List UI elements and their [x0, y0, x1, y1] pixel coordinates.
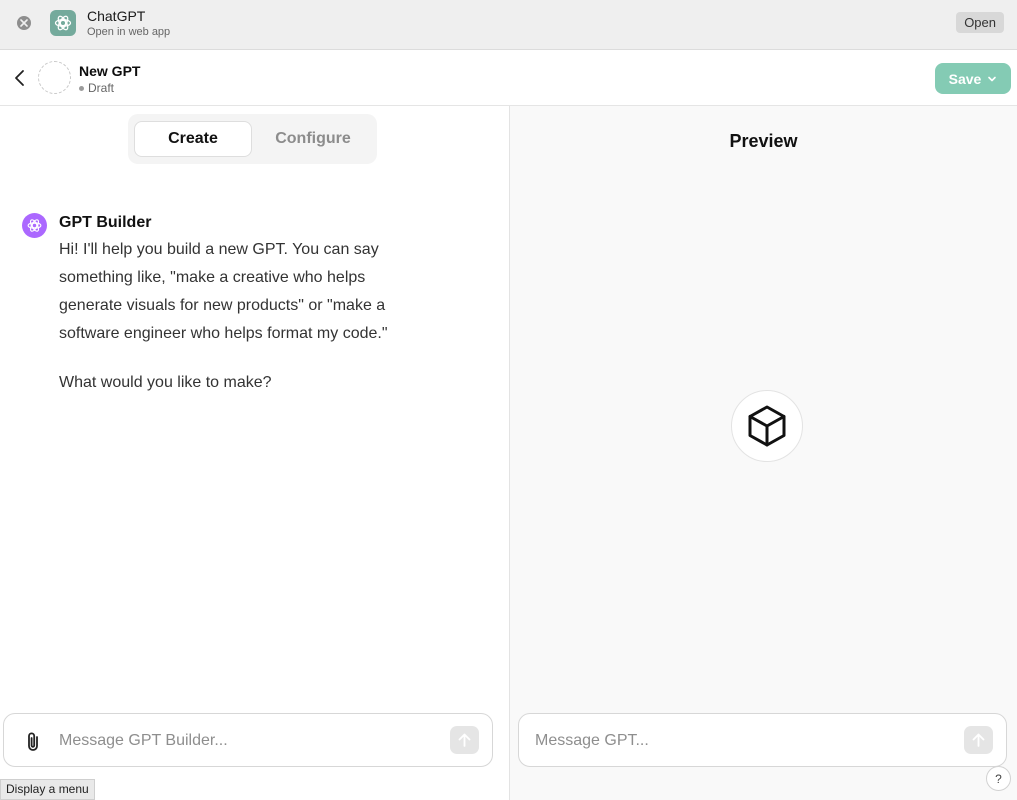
back-arrow-icon[interactable] [10, 68, 30, 88]
app-banner: ChatGPT Open in web app Open [0, 0, 1017, 50]
preview-pane: Preview ? [510, 106, 1017, 800]
builder-question: What would you like to make? [59, 374, 272, 391]
tab-configure[interactable]: Configure [254, 121, 372, 157]
close-banner-icon[interactable] [17, 16, 31, 30]
chatgpt-logo-icon [50, 10, 76, 36]
builder-message: Hi! I'll help you build a new GPT. You c… [59, 241, 388, 342]
gpt-status: Draft [79, 81, 114, 95]
save-button-label: Save [948, 70, 982, 87]
gpt-cube-icon [731, 390, 803, 462]
gpt-name: New GPT [79, 63, 141, 79]
open-button[interactable]: Open [956, 12, 1004, 33]
arrow-up-icon [458, 733, 471, 747]
gpt-avatar-placeholder[interactable] [38, 61, 71, 94]
builder-sender-name: GPT Builder [59, 214, 152, 231]
mode-tabs: Create Configure [128, 114, 377, 164]
status-dot-icon [79, 85, 84, 91]
menu-tooltip: Display a menu [0, 779, 95, 800]
save-button[interactable]: Save [935, 63, 1011, 94]
banner-subtitle: Open in web app [87, 26, 171, 38]
gpt-builder-avatar-icon [22, 213, 47, 238]
banner-app-name: ChatGPT [87, 8, 146, 24]
preview-title: Preview [729, 131, 798, 151]
editor-header: New GPT Draft Save [0, 50, 1017, 106]
builder-message-input[interactable] [59, 726, 439, 756]
builder-pane: Create Configure GPT Builder Hi! I'll he… [0, 106, 509, 800]
help-button[interactable]: ? [986, 766, 1011, 791]
preview-composer [518, 713, 1007, 767]
chevron-down-icon [988, 76, 997, 81]
arrow-up-icon [972, 733, 985, 747]
gpt-status-label: Draft [88, 81, 115, 95]
preview-send-button[interactable] [964, 726, 993, 754]
preview-message-input[interactable] [535, 726, 955, 756]
builder-composer [3, 713, 493, 767]
paperclip-icon[interactable] [23, 731, 43, 753]
builder-send-button[interactable] [450, 726, 479, 754]
tab-create[interactable]: Create [134, 121, 252, 157]
